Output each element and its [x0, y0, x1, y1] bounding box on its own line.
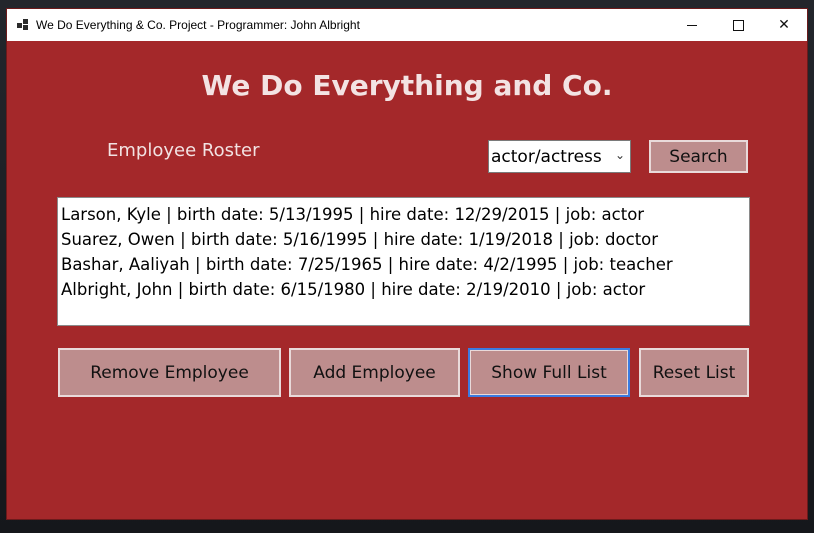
minimize-icon: [687, 24, 697, 26]
employee-list[interactable]: Larson, Kyle | birth date: 5/13/1995 | h…: [57, 197, 750, 326]
page-title: We Do Everything and Co.: [201, 69, 613, 102]
job-filter-selected-value: actor/actress: [491, 147, 602, 167]
maximize-icon: [732, 19, 744, 31]
remove-employee-button[interactable]: Remove Employee: [58, 348, 281, 397]
add-employee-button[interactable]: Add Employee: [289, 348, 460, 397]
window-title: We Do Everything & Co. Project - Program…: [36, 18, 360, 32]
app-icon: [17, 19, 29, 31]
close-icon: ✕: [778, 17, 790, 33]
close-button[interactable]: ✕: [761, 9, 807, 41]
job-filter-dropdown[interactable]: actor/actress ⌄: [488, 140, 631, 173]
employee-roster-label: Employee Roster: [107, 140, 260, 161]
show-full-list-button[interactable]: Show Full List: [468, 348, 630, 397]
minimize-button[interactable]: [669, 9, 715, 41]
maximize-button[interactable]: [715, 9, 761, 41]
list-item[interactable]: Albright, John | birth date: 6/15/1980 |…: [61, 277, 749, 302]
list-item[interactable]: Larson, Kyle | birth date: 5/13/1995 | h…: [61, 202, 749, 227]
chevron-down-icon: ⌄: [614, 148, 625, 162]
title-bar[interactable]: We Do Everything & Co. Project - Program…: [7, 9, 807, 41]
app-window: We Do Everything & Co. Project - Program…: [7, 9, 807, 519]
search-button[interactable]: Search: [649, 140, 748, 173]
list-item[interactable]: Bashar, Aaliyah | birth date: 7/25/1965 …: [61, 252, 749, 277]
reset-list-button[interactable]: Reset List: [639, 348, 749, 397]
list-item[interactable]: Suarez, Owen | birth date: 5/16/1995 | h…: [61, 227, 749, 252]
desktop-background: We Do Everything & Co. Project - Program…: [0, 0, 814, 533]
